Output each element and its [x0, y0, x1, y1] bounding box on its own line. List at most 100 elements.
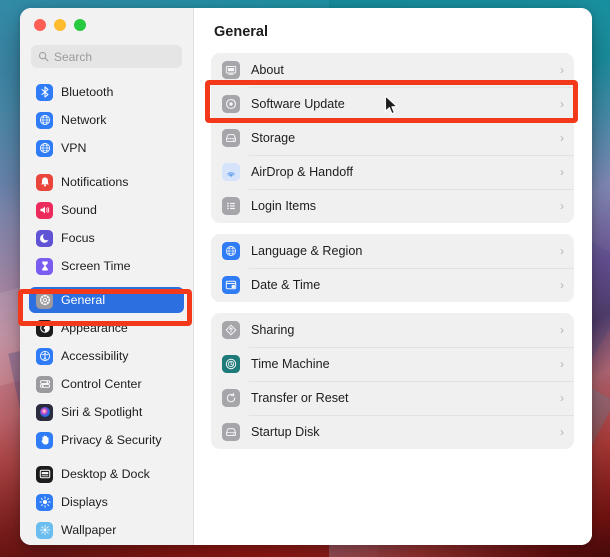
sidebar-item-privacy-security[interactable]: Privacy & Security [29, 427, 184, 453]
settings-row-language-region[interactable]: Language & Region › [211, 234, 574, 268]
settings-row-login-items[interactable]: Login Items › [211, 189, 574, 223]
sidebar-item-label: Control Center [61, 377, 142, 391]
sidebar-item-general[interactable]: General [29, 287, 184, 313]
chevron-right-icon: › [560, 279, 564, 291]
chevron-right-icon: › [560, 392, 564, 404]
sidebar-item-label: Siri & Spotlight [61, 405, 142, 419]
sidebar-item-control-center[interactable]: Control Center [29, 371, 184, 397]
airdrop-icon [222, 163, 240, 181]
desktop-dock-icon [36, 466, 53, 483]
bluetooth-icon [36, 84, 53, 101]
minimize-button[interactable] [54, 19, 66, 31]
sidebar-item-sound[interactable]: Sound [29, 197, 184, 223]
sidebar-item-label: VPN [61, 141, 86, 155]
settings-row-label: Transfer or Reset [251, 391, 349, 405]
software-update-icon [222, 95, 240, 113]
settings-row-label: Time Machine [251, 357, 330, 371]
hand-icon [36, 432, 53, 449]
sidebar-item-label: Bluetooth [61, 85, 113, 99]
search-icon [38, 51, 49, 62]
sidebar-item-desktop-dock[interactable]: Desktop & Dock [29, 461, 184, 487]
moon-icon [36, 230, 53, 247]
chevron-right-icon: › [560, 324, 564, 336]
chevron-right-icon: › [560, 200, 564, 212]
sidebar-item-label: Desktop & Dock [61, 467, 150, 481]
control-center-icon [36, 376, 53, 393]
settings-row-about[interactable]: About › [211, 53, 574, 87]
sidebar-item-appearance[interactable]: Appearance [29, 315, 184, 341]
sidebar: Search Bluetooth Network VPN Notifications S… [20, 8, 194, 545]
brightness-icon [36, 494, 53, 511]
settings-card: Sharing›Time Machine›Transfer or Reset›S… [211, 313, 574, 449]
settings-row-label: About [251, 63, 284, 77]
settings-row-time-machine[interactable]: Time Machine › [211, 347, 574, 381]
sidebar-item-label: General [61, 293, 105, 307]
settings-row-sharing[interactable]: Sharing› [211, 313, 574, 347]
close-button[interactable] [34, 19, 46, 31]
sidebar-item-label: Accessibility [61, 349, 128, 363]
settings-groups: About›Software Update›Storage›AirDrop & … [211, 53, 574, 449]
date-time-icon [222, 276, 240, 294]
sidebar-item-screen-time[interactable]: Screen Time [29, 253, 184, 279]
settings-card: Language & Region › Date & Time › [211, 234, 574, 302]
speaker-icon [36, 202, 53, 219]
sidebar-item-label: Displays [61, 495, 108, 509]
sidebar-item-siri-spotlight[interactable]: Siri & Spotlight [29, 399, 184, 425]
about-icon [222, 61, 240, 79]
search-placeholder: Search [54, 50, 92, 64]
sidebar-item-wallpaper[interactable]: Wallpaper [29, 517, 184, 543]
page-title: General [214, 24, 574, 40]
globe-icon [36, 112, 53, 129]
hourglass-icon [36, 258, 53, 275]
settings-row-software-update[interactable]: Software Update› [211, 87, 574, 121]
accessibility-icon [36, 348, 53, 365]
sidebar-item-label: Screen Time [61, 259, 131, 273]
time-machine-icon [222, 355, 240, 373]
sidebar-group: Bluetooth Network VPN [29, 79, 184, 161]
settings-row-storage[interactable]: Storage › [211, 121, 574, 155]
sidebar-item-label: Wallpaper [61, 523, 116, 537]
sidebar-item-accessibility[interactable]: Accessibility [29, 343, 184, 369]
sidebar-item-network[interactable]: Network [29, 107, 184, 133]
sidebar-item-label: Notifications [61, 175, 129, 189]
sidebar-group: Desktop & Dock Displays Wallpaper [29, 461, 184, 543]
chevron-right-icon: › [560, 132, 564, 144]
content-pane: General About›Software Update›Storage›Ai… [194, 8, 592, 545]
chevron-right-icon: › [560, 98, 564, 110]
transfer-reset-icon [222, 389, 240, 407]
settings-row-date-time[interactable]: Date & Time › [211, 268, 574, 302]
settings-row-label: Date & Time [251, 278, 320, 292]
login-items-icon [222, 197, 240, 215]
settings-row-label: Login Items [251, 199, 316, 213]
zoom-button[interactable] [74, 19, 86, 31]
sidebar-item-label: Focus [61, 231, 95, 245]
sidebar-item-label: Network [61, 113, 106, 127]
search-input[interactable]: Search [31, 45, 182, 68]
settings-row-startup-disk[interactable]: Startup Disk› [211, 415, 574, 449]
sidebar-item-focus[interactable]: Focus [29, 225, 184, 251]
gear-icon [36, 292, 53, 309]
settings-row-airdrop-handoff[interactable]: AirDrop & Handoff› [211, 155, 574, 189]
settings-row-label: Language & Region [251, 244, 362, 258]
window-controls [20, 8, 193, 42]
settings-row-label: Storage [251, 131, 295, 145]
sidebar-item-displays[interactable]: Displays [29, 489, 184, 515]
system-settings-window: Search Bluetooth Network VPN Notifications S… [20, 8, 592, 545]
sidebar-item-notifications[interactable]: Notifications [29, 169, 184, 195]
startup-disk-icon [222, 423, 240, 441]
siri-icon [36, 404, 53, 421]
wallpaper-icon [36, 522, 53, 539]
sidebar-item-bluetooth[interactable]: Bluetooth [29, 79, 184, 105]
sidebar-list[interactable]: Bluetooth Network VPN Notifications Sound Foc… [20, 75, 193, 543]
chevron-right-icon: › [560, 426, 564, 438]
settings-row-transfer-or-reset[interactable]: Transfer or Reset › [211, 381, 574, 415]
chevron-right-icon: › [560, 358, 564, 370]
sidebar-item-vpn[interactable]: VPN [29, 135, 184, 161]
sidebar-group: General Appearance Accessibility Control Ce… [29, 287, 184, 453]
sidebar-group: Notifications Sound Focus Screen Time [29, 169, 184, 279]
chevron-right-icon: › [560, 64, 564, 76]
chevron-right-icon: › [560, 245, 564, 257]
settings-row-label: AirDrop & Handoff [251, 165, 353, 179]
sidebar-item-label: Privacy & Security [61, 433, 162, 447]
sharing-icon [222, 321, 240, 339]
